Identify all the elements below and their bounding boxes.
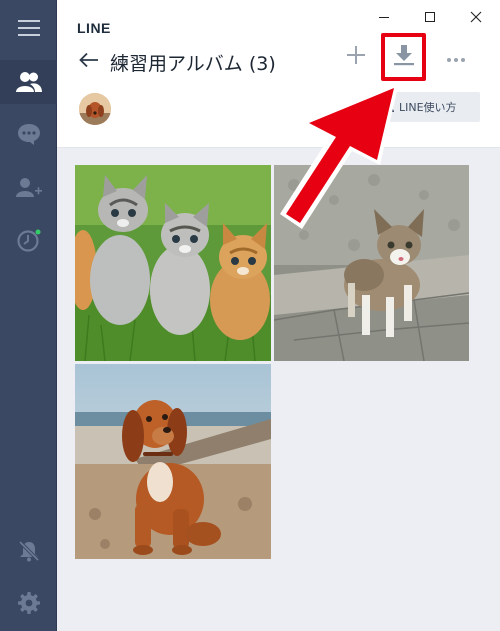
friends-icon: [15, 71, 42, 93]
line-guide-label: LINE使い方: [399, 101, 457, 114]
chat-bubble-icon: [17, 123, 41, 145]
app-name: LINE: [77, 20, 111, 36]
more-icon: [446, 48, 466, 67]
hamburger-menu-icon: [17, 19, 40, 37]
person-icon: [384, 99, 394, 115]
photo-kittens[interactable]: [75, 165, 271, 361]
back-button[interactable]: [77, 50, 101, 74]
avatar[interactable]: [79, 93, 111, 125]
close-icon: [470, 8, 482, 27]
more-options-button[interactable]: [440, 42, 472, 72]
arrow-left-icon: [79, 52, 99, 72]
download-highlight-box: [381, 33, 426, 81]
add-photo-button[interactable]: [340, 42, 372, 72]
maximize-button[interactable]: [415, 6, 445, 28]
sidebar-item-notifications[interactable]: [0, 529, 57, 573]
sidebar-item-add-friend[interactable]: [0, 166, 57, 210]
close-button[interactable]: [461, 6, 491, 28]
minimize-button[interactable]: [369, 6, 399, 28]
photo-puppy[interactable]: [75, 364, 271, 559]
clock-icon: [16, 228, 42, 252]
gear-icon: [17, 591, 41, 615]
bell-muted-icon: [17, 539, 41, 563]
sidebar-item-friends[interactable]: [0, 60, 57, 104]
plus-icon: [346, 45, 366, 69]
sidebar: [0, 0, 57, 631]
line-guide-button[interactable]: LINE使い方: [376, 92, 480, 122]
sidebar-item-chats[interactable]: [0, 112, 57, 156]
sidebar-menu-button[interactable]: [0, 6, 57, 50]
sidebar-item-timeline[interactable]: [0, 218, 57, 262]
sidebar-item-settings[interactable]: [0, 581, 57, 625]
minimize-icon: [378, 8, 390, 27]
maximize-icon: [424, 8, 436, 27]
photo-kitten-pavement[interactable]: [274, 165, 469, 361]
album-panel: LINE 練習用アルバム (3) LINE使い方: [57, 0, 500, 631]
add-friend-icon: [15, 177, 42, 199]
notification-dot: [35, 229, 40, 235]
album-title: 練習用アルバム (3): [110, 53, 276, 75]
photo-gallery: [57, 148, 500, 631]
